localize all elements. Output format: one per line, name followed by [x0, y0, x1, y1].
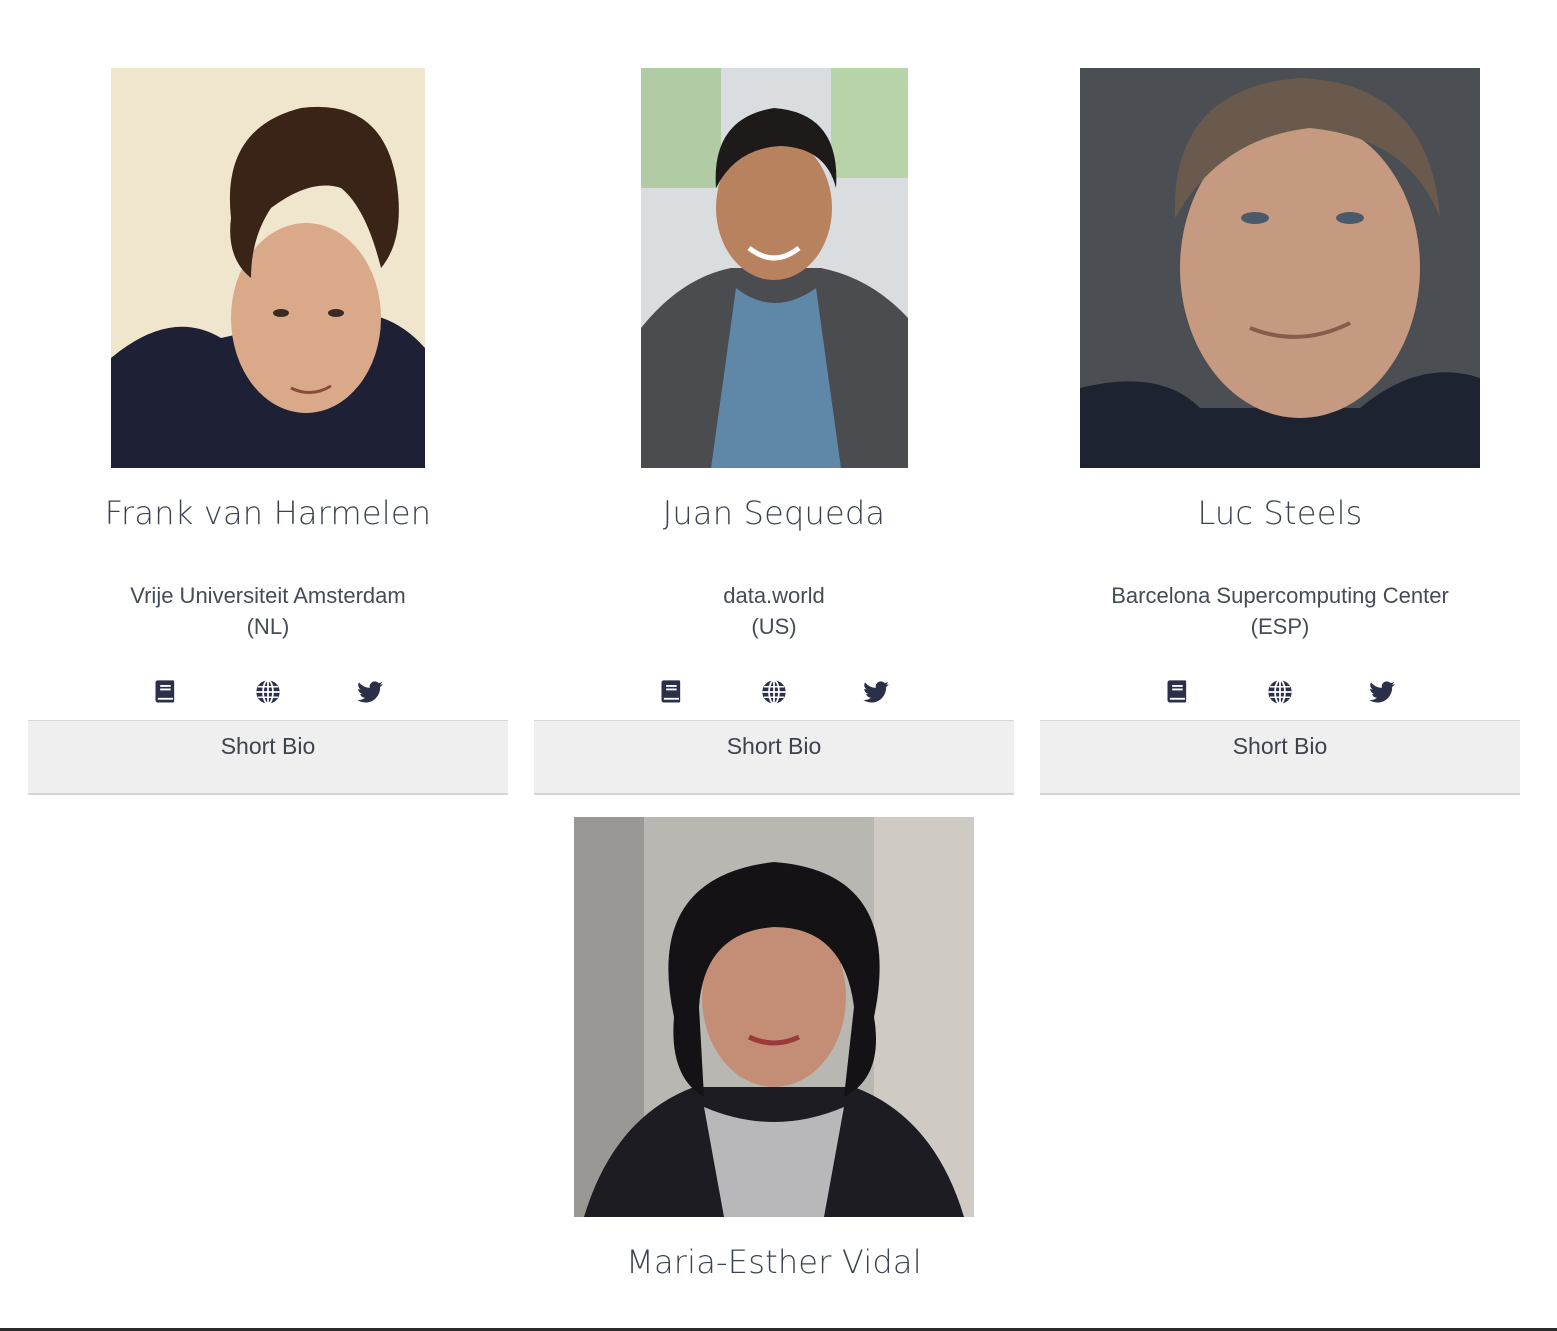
speaker-name: Juan Sequeda: [662, 494, 886, 532]
speaker-links: [534, 676, 1014, 708]
speaker-affiliation: data.world (US): [534, 580, 1014, 642]
affiliation-institution: data.world: [723, 583, 825, 608]
speaker-links: [1040, 676, 1520, 708]
twitter-icon[interactable]: [354, 676, 386, 708]
speaker-card: Juan Sequeda data.world (US) Short Bio: [534, 68, 1014, 795]
speakers-grid: Frank van Harmelen Vrije Universiteit Am…: [0, 0, 1557, 1331]
speaker-name: Luc Steels: [1197, 494, 1363, 532]
speaker-photo: [1080, 68, 1480, 468]
affiliation-country: (ESP): [1250, 614, 1310, 639]
speaker-photo: [640, 68, 908, 468]
affiliation-country: (US): [751, 614, 797, 639]
short-bio-button[interactable]: Short Bio: [1040, 720, 1520, 795]
globe-icon[interactable]: [252, 676, 284, 708]
affiliation-country: (NL): [246, 614, 290, 639]
book-icon[interactable]: [1162, 676, 1194, 708]
book-icon[interactable]: [656, 676, 688, 708]
book-icon[interactable]: [150, 676, 182, 708]
affiliation-institution: Vrije Universiteit Amsterdam: [130, 583, 406, 608]
speaker-affiliation: Vrije Universiteit Amsterdam (NL): [28, 580, 508, 642]
globe-icon[interactable]: [758, 676, 790, 708]
speaker-photo: [111, 68, 425, 468]
speaker-links: [28, 676, 508, 708]
speaker-name: Frank van Harmelen: [104, 494, 432, 532]
affiliation-institution: Barcelona Supercomputing Center: [1111, 583, 1449, 608]
speaker-card: Luc Steels Barcelona Supercomputing Cent…: [1040, 68, 1520, 795]
speaker-photo: [574, 817, 974, 1217]
speaker-affiliation: Barcelona Supercomputing Center (ESP): [1040, 580, 1520, 642]
speaker-name: Maria-Esther Vidal: [626, 1243, 922, 1281]
twitter-icon[interactable]: [1366, 676, 1398, 708]
speaker-card: Maria-Esther Vidal: [534, 817, 1014, 1283]
twitter-icon[interactable]: [860, 676, 892, 708]
speaker-card: Frank van Harmelen Vrije Universiteit Am…: [28, 68, 508, 795]
short-bio-button[interactable]: Short Bio: [534, 720, 1014, 795]
short-bio-button[interactable]: Short Bio: [28, 720, 508, 795]
globe-icon[interactable]: [1264, 676, 1296, 708]
